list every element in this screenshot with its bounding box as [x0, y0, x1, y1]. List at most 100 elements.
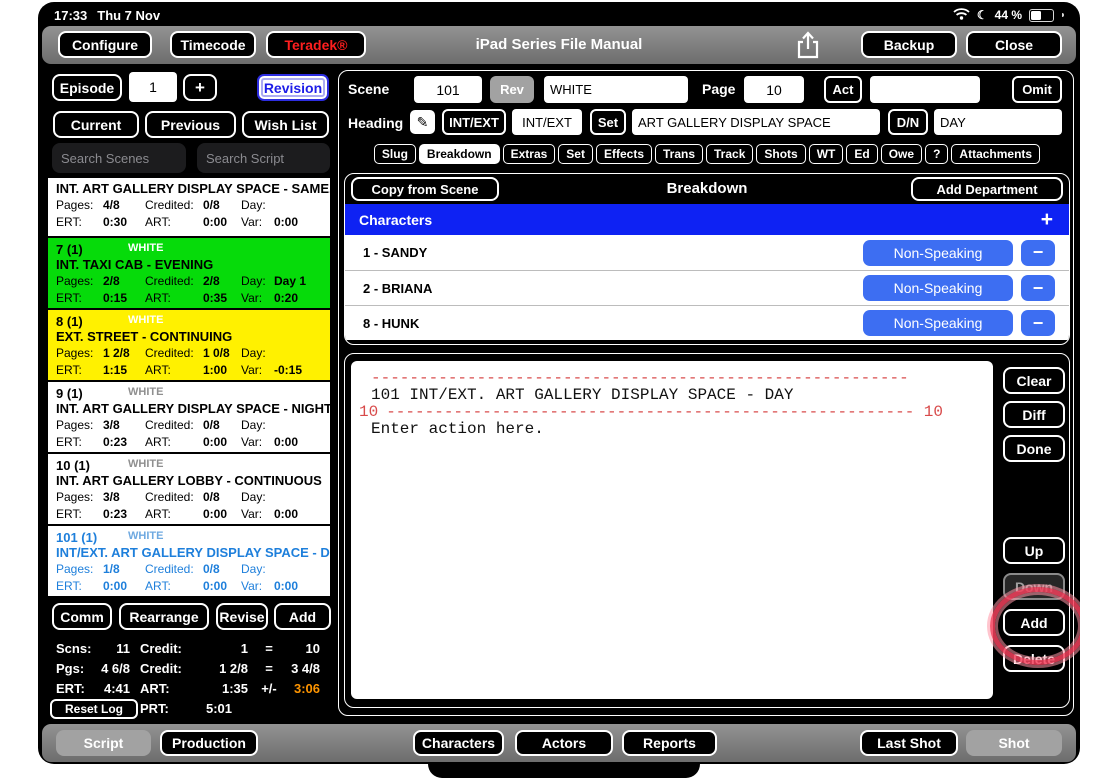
- bottom-toolbar: Script Production Characters Actors Repo…: [42, 724, 1076, 762]
- add-character-icon[interactable]: +: [1041, 209, 1053, 230]
- tab-shots[interactable]: Shots: [756, 144, 805, 164]
- battery-percent: 44 %: [995, 8, 1022, 22]
- add-scene-button[interactable]: Add: [274, 603, 331, 630]
- character-name: 1 - SANDY: [363, 245, 427, 260]
- episode-add-button[interactable]: +: [183, 74, 217, 101]
- scene-list-item[interactable]: 9 (1) WHITE INT. ART GALLERY DISPLAY SPA…: [48, 382, 330, 452]
- character-row[interactable]: 8 - HUNK Non-Speaking −: [345, 305, 1069, 340]
- done-button[interactable]: Done: [1003, 435, 1065, 462]
- battery-tip: [1062, 13, 1064, 17]
- set-field[interactable]: [632, 109, 880, 135]
- configure-button[interactable]: Configure: [58, 31, 152, 58]
- tab-breakdown[interactable]: Breakdown: [419, 144, 500, 164]
- tab-question[interactable]: ?: [925, 144, 948, 164]
- scene-list-item-selected[interactable]: 101 (1) WHITE INT/EXT. ART GALLERY DISPL…: [48, 526, 330, 596]
- delete-button[interactable]: Delete: [1003, 645, 1065, 672]
- home-indicator-tab: [428, 764, 700, 778]
- shot-button[interactable]: Shot: [966, 730, 1062, 756]
- act-button[interactable]: Act: [824, 76, 862, 103]
- clear-button[interactable]: Clear: [1003, 367, 1065, 394]
- scene-number-field[interactable]: [414, 76, 482, 103]
- close-button[interactable]: Close: [966, 31, 1062, 58]
- production-button[interactable]: Production: [160, 730, 258, 756]
- copy-from-scene-button[interactable]: Copy from Scene: [351, 177, 499, 201]
- tab-track[interactable]: Track: [706, 144, 753, 164]
- scene-list-item[interactable]: 7 (1) WHITE INT. TAXI CAB - EVENING Page…: [48, 238, 330, 308]
- character-row[interactable]: 2 - BRIANA Non-Speaking −: [345, 270, 1069, 305]
- revision-button[interactable]: Revision: [257, 74, 329, 101]
- pencil-icon[interactable]: ✎: [410, 110, 435, 134]
- search-script-input[interactable]: [197, 143, 330, 173]
- episode-number-field[interactable]: [129, 72, 177, 102]
- characters-button[interactable]: Characters: [413, 730, 504, 756]
- down-button[interactable]: Down: [1003, 573, 1065, 600]
- date: Thu 7 Nov: [97, 8, 160, 23]
- tab-previous[interactable]: Previous: [145, 111, 236, 138]
- tab-owe[interactable]: Owe: [881, 144, 922, 164]
- up-button[interactable]: Up: [1003, 537, 1065, 564]
- reports-button[interactable]: Reports: [622, 730, 717, 756]
- revise-button[interactable]: Revise: [216, 603, 268, 630]
- tab-current[interactable]: Current: [53, 111, 139, 138]
- search-scenes-input[interactable]: [52, 143, 186, 173]
- scene-number: 8 (1): [56, 314, 83, 329]
- add-button[interactable]: Add: [1003, 609, 1065, 636]
- app-window: 17:33 Thu 7 Nov ☾ 44 % iPad Series File …: [38, 2, 1080, 764]
- speaking-type-button[interactable]: Non-Speaking: [863, 240, 1013, 266]
- scene-revision-label: WHITE: [128, 530, 163, 542]
- int-ext-field[interactable]: [512, 109, 582, 135]
- page-number-field[interactable]: [744, 76, 804, 103]
- tab-slug[interactable]: Slug: [374, 144, 416, 164]
- diff-button[interactable]: Diff: [1003, 401, 1065, 428]
- battery-icon: [1029, 9, 1054, 22]
- act-field[interactable]: [870, 76, 980, 103]
- speaking-type-button[interactable]: Non-Speaking: [863, 275, 1013, 301]
- remove-character-button[interactable]: −: [1021, 275, 1055, 301]
- characters-department-bar[interactable]: Characters +: [345, 204, 1069, 235]
- add-department-button[interactable]: Add Department: [911, 177, 1063, 201]
- teradek-button[interactable]: Teradek®: [266, 31, 366, 58]
- totals-pages-row: Pgs: 4 6/8 Credit: 1 2/8 = 3 4/8: [38, 661, 338, 679]
- script-page-break: 10 -------------------------------------…: [359, 404, 943, 421]
- tab-trans[interactable]: Trans: [655, 144, 703, 164]
- scene-number: 9 (1): [56, 386, 83, 401]
- scene-list-item[interactable]: INT. ART GALLERY DISPLAY SPACE - SAME...…: [48, 178, 330, 236]
- share-icon[interactable]: [795, 30, 821, 60]
- int-ext-button[interactable]: INT/EXT: [442, 109, 506, 135]
- speaking-type-button[interactable]: Non-Speaking: [863, 310, 1013, 336]
- backup-button[interactable]: Backup: [861, 31, 957, 58]
- tab-wt[interactable]: WT: [809, 144, 844, 164]
- script-button[interactable]: Script: [56, 730, 151, 756]
- script-editor[interactable]: ----------------------------------------…: [351, 361, 993, 699]
- scene-heading: EXT. STREET - CONTINUING: [56, 329, 330, 345]
- day-night-button[interactable]: D/N: [888, 109, 928, 135]
- scene-list-item[interactable]: 10 (1) WHITE INT. ART GALLERY LOBBY - CO…: [48, 454, 330, 524]
- comm-button[interactable]: Comm: [52, 603, 112, 630]
- episode-button[interactable]: Episode: [52, 74, 122, 101]
- scene-list-item[interactable]: 8 (1) WHITE EXT. STREET - CONTINUING Pag…: [48, 310, 330, 380]
- page-number-right: 10: [924, 404, 943, 421]
- tab-ed[interactable]: Ed: [846, 144, 877, 164]
- omit-button[interactable]: Omit: [1012, 76, 1062, 103]
- actors-button[interactable]: Actors: [515, 730, 613, 756]
- character-name: 8 - HUNK: [363, 316, 419, 331]
- script-action-line: Enter action here.: [371, 421, 993, 438]
- timecode-button[interactable]: Timecode: [170, 31, 256, 58]
- revision-color-field[interactable]: [544, 76, 688, 103]
- tab-effects[interactable]: Effects: [596, 144, 652, 164]
- tab-attachments[interactable]: Attachments: [951, 144, 1040, 164]
- day-night-field[interactable]: [934, 109, 1062, 135]
- last-shot-button[interactable]: Last Shot: [860, 730, 958, 756]
- screenshot-stage: 17:33 Thu 7 Nov ☾ 44 % iPad Series File …: [0, 0, 1120, 778]
- rearrange-button[interactable]: Rearrange: [119, 603, 209, 630]
- tab-wish-list[interactable]: Wish List: [242, 111, 329, 138]
- set-button[interactable]: Set: [590, 109, 626, 135]
- tab-extras[interactable]: Extras: [503, 144, 556, 164]
- character-name: 2 - BRIANA: [363, 281, 432, 296]
- character-row[interactable]: 1 - SANDY Non-Speaking −: [345, 235, 1069, 270]
- remove-character-button[interactable]: −: [1021, 310, 1055, 336]
- tab-set[interactable]: Set: [558, 144, 593, 164]
- remove-character-button[interactable]: −: [1021, 240, 1055, 266]
- script-divider: ----------------------------------------…: [371, 370, 909, 387]
- rev-button[interactable]: Rev: [490, 76, 534, 103]
